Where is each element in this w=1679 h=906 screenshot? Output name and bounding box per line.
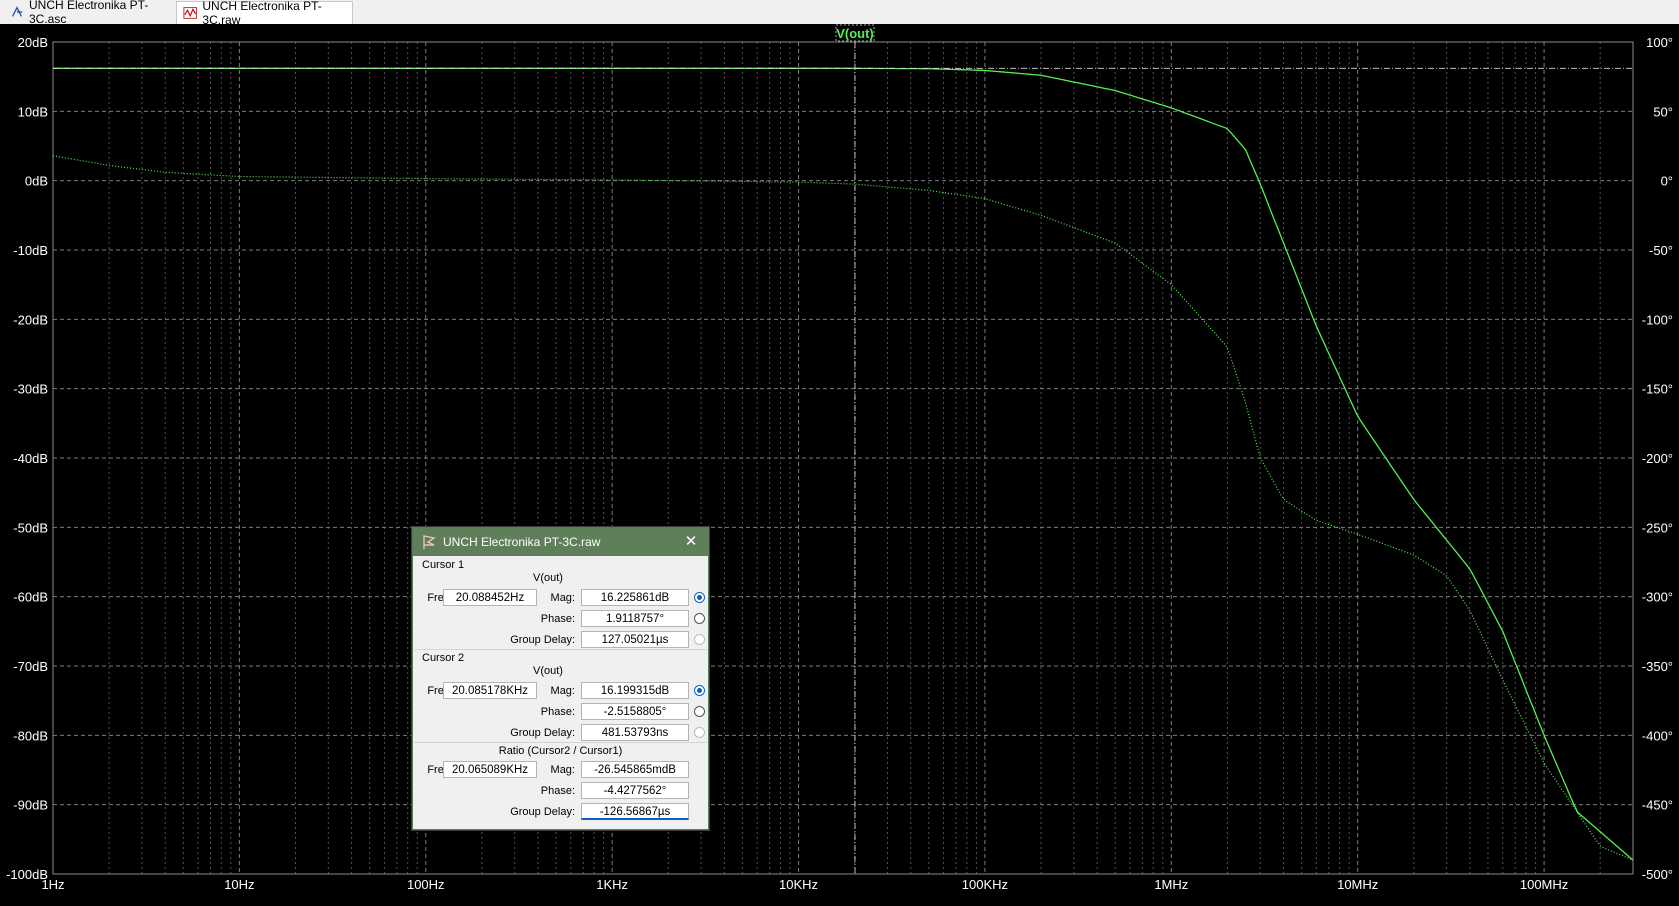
cursor1-phase-field[interactable]: 1.9118757° (581, 610, 689, 627)
cursor1-mag-radio[interactable] (694, 592, 705, 603)
cursor2-section: Cursor 2 V(out) Freq: 20.085178KHz Mag: … (413, 649, 708, 742)
cursor1-section: Cursor 1 V(out) Freq: 20.088452Hz Mag: 1… (413, 556, 708, 649)
ratio-section: Ratio (Cursor2 / Cursor1) Freq: 20.06508… (413, 742, 708, 828)
tab-schematic[interactable]: UNCH Electronika PT-3C.asc (4, 0, 174, 26)
x-tick-label: 10KHz (779, 877, 818, 892)
y-right-tick-label: 50° (1653, 104, 1673, 119)
schematic-icon (12, 6, 23, 17)
plot-frame (52, 41, 1634, 875)
y-left-tick-label: -50dB (13, 520, 48, 535)
cursor2-phase-radio[interactable] (694, 706, 705, 717)
close-button[interactable]: ✕ (682, 533, 700, 551)
cursor1-freq-field[interactable]: 20.088452Hz (443, 589, 537, 606)
y-left-tick-label: 10dB (18, 104, 48, 119)
cursor2-phase-label: Phase: (540, 706, 575, 718)
bode-plot[interactable]: 20dB 10dB 0dB -10dB -20dB -30dB -40dB -50dB -60d… (0, 24, 1679, 901)
tab-waveform-label: UNCH Electronika PT-3C.raw (202, 0, 322, 27)
tab-schematic-label: UNCH Electronika PT-3C.asc (28, 0, 149, 26)
y-left-tick-label: -70dB (13, 659, 48, 674)
ratio-label: Ratio (Cursor2 / Cursor1) (498, 745, 623, 757)
y-right-tick-label: -200° (1642, 451, 1673, 466)
y-left-tick-label: -10dB (13, 243, 48, 258)
cursor2-mag-radio[interactable] (694, 685, 705, 696)
cursor2-trace-name: V(out) (533, 665, 563, 677)
plot-grid (52, 41, 1634, 875)
cursor1-phase-label: Phase: (540, 613, 575, 625)
tab-waveform[interactable]: UNCH Electronika PT-3C.raw (176, 0, 353, 27)
cursor1-mag-field[interactable]: 16.225861dB (581, 589, 689, 606)
trace-label: V(out) (836, 26, 874, 41)
y-left-tick-label: -20dB (13, 312, 48, 327)
cursor-lines (53, 42, 1633, 874)
cursor2-mag-label: Mag: (550, 685, 575, 697)
magnitude-trace (53, 67, 1634, 861)
x-tick-label: 10Hz (224, 877, 254, 892)
y-right-tick-label: -250° (1642, 520, 1673, 535)
cursor1-trace-name: V(out) (533, 572, 563, 584)
cursor2-gd-label: Group Delay: (510, 727, 575, 739)
cursor2-mag-field[interactable]: 16.199315dB (581, 682, 689, 699)
x-tick-label: 10MHz (1337, 877, 1378, 892)
plot-traces (52, 67, 1634, 861)
y-right-tick-label: -500° (1642, 867, 1673, 882)
y-right-tick-label: -400° (1642, 728, 1673, 743)
cursor2-freq-field[interactable]: 20.085178KHz (443, 682, 537, 699)
x-tick-label: 100KHz (962, 877, 1008, 892)
y-right-tick-label: 0° (1661, 174, 1673, 189)
y-right-tick-label: -150° (1642, 382, 1673, 397)
cursor1-gd-field[interactable]: 127.05021µs (581, 631, 689, 648)
cursor1-gd-radio[interactable] (694, 634, 705, 645)
y-left-tick-label: -90dB (13, 798, 48, 813)
ratio-mag-field[interactable]: -26.545865mdB (581, 761, 689, 778)
cursor2-label: Cursor 2 (422, 652, 465, 664)
y-right-tick-label: -300° (1642, 590, 1673, 605)
y-left-tick-label: 0dB (25, 174, 48, 189)
ratio-phase-field[interactable]: -4.4277562° (581, 782, 689, 799)
ratio-mag-label: Mag: (550, 764, 575, 776)
x-tick-label: 1KHz (596, 877, 628, 892)
y-right-tick-label: -50° (1649, 243, 1673, 258)
waveform-icon (183, 7, 197, 19)
y-left-tick-label: -60dB (13, 590, 48, 605)
cursor2-phase-field[interactable]: -2.5158805° (581, 703, 689, 720)
y-left-tick-label: -80dB (13, 728, 48, 743)
y-left-tick-label: -30dB (13, 382, 48, 397)
ratio-phase-label: Phase: (540, 785, 575, 797)
y-right-tick-label: 100° (1646, 35, 1673, 50)
x-tick-label: 100Hz (407, 877, 445, 892)
ratio-gd-label: Group Delay: (510, 806, 575, 818)
y-left-tick-label: 20dB (18, 35, 48, 50)
cursor2-gd-radio[interactable] (694, 727, 705, 738)
y-left-tick-label: -40dB (13, 451, 48, 466)
dialog-titlebar[interactable]: UNCH Electronika PT-3C.raw ✕ (413, 528, 708, 556)
ratio-gd-field[interactable]: -126.56867µs (581, 803, 689, 820)
cursor1-mag-label: Mag: (550, 592, 575, 604)
cursor-dialog[interactable]: UNCH Electronika PT-3C.raw ✕ Cursor 1 V(… (412, 527, 709, 830)
plot-area[interactable]: 20dB 10dB 0dB -10dB -20dB -30dB -40dB -50dB -60d… (0, 24, 1679, 901)
y-right-tick-label: -100° (1642, 312, 1673, 327)
cursor2-gd-field[interactable]: 481.53793ns (581, 724, 689, 741)
cursor1-label: Cursor 1 (422, 559, 465, 571)
y-right-tick-label: -450° (1642, 798, 1673, 813)
x-tick-label: 1Hz (41, 877, 64, 892)
cursor1-gd-label: Group Delay: (510, 634, 575, 646)
phase-trace (52, 155, 1634, 861)
x-tick-label: 100MHz (1520, 877, 1568, 892)
cursor-flag-icon (423, 535, 436, 549)
x-tick-label: 1MHz (1154, 877, 1188, 892)
ratio-freq-field[interactable]: 20.065089KHz (443, 761, 537, 778)
cursor1-phase-radio[interactable] (694, 613, 705, 624)
tab-bar: UNCH Electronika PT-3C.asc UNCH Electron… (0, 0, 1679, 27)
y-right-tick-label: -350° (1642, 659, 1673, 674)
dialog-title: UNCH Electronika PT-3C.raw (443, 535, 601, 549)
